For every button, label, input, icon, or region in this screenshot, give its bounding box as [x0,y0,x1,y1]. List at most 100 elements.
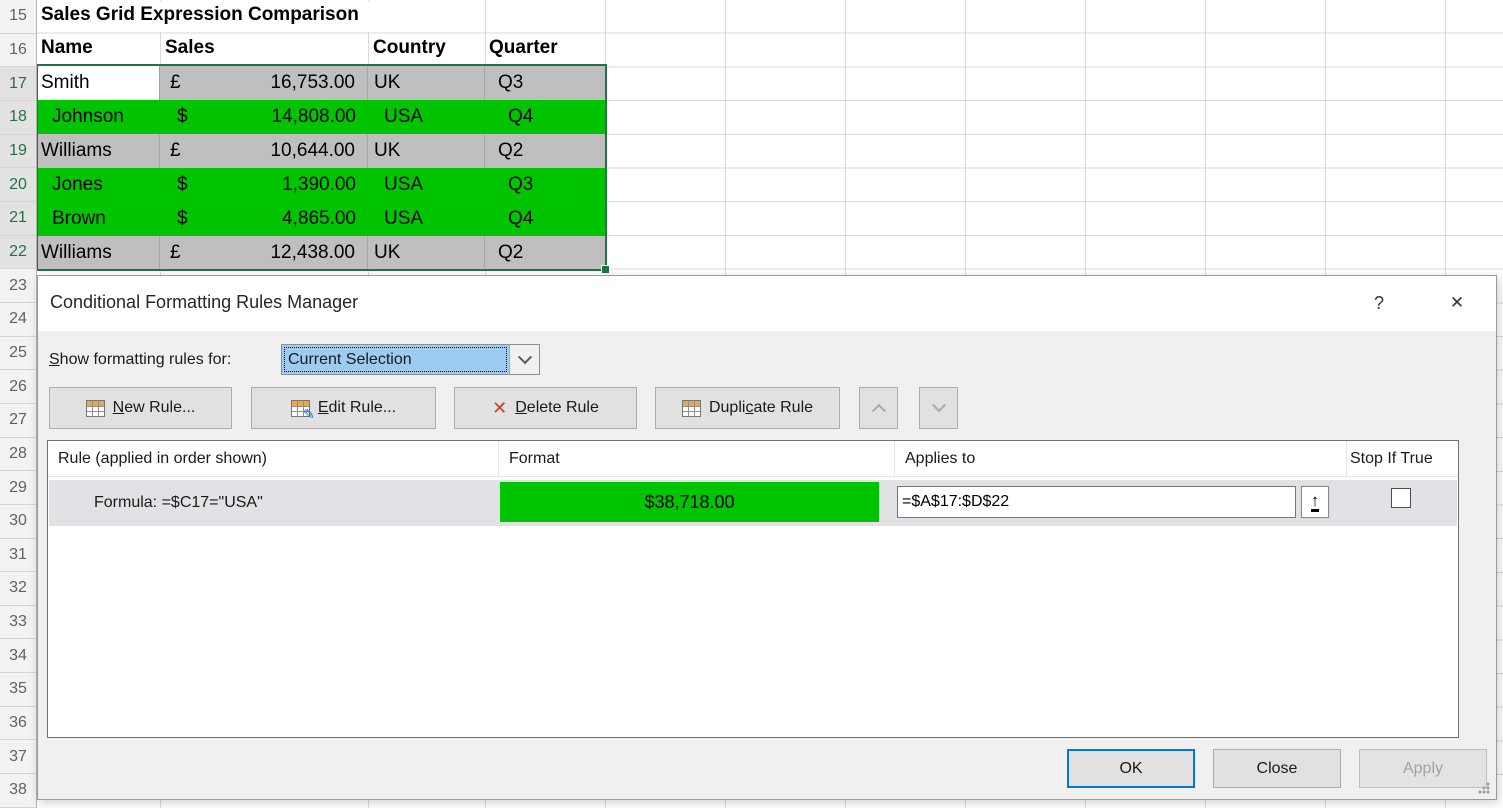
close-button[interactable]: Close [1213,749,1341,788]
row-header-23[interactable]: 23 [0,269,36,303]
amount: 12,438.00 [270,242,355,264]
cell-d18[interactable]: Q4 [485,100,605,134]
row-header-33[interactable]: 33 [0,606,36,640]
red-x-icon: ✕ [492,398,507,419]
column-header-name[interactable]: Name [41,37,93,59]
row-header-29[interactable]: 29 [0,471,36,505]
cell-a20[interactable]: Jones [37,168,160,202]
cell-b20[interactable]: $ 1,390.00 [160,168,368,202]
cell-b17[interactable]: £ 16,753.00 [160,66,368,100]
amount: 4,865.00 [282,208,356,230]
cell-b21[interactable]: $ 4,865.00 [160,202,368,236]
apply-button[interactable]: Apply [1359,749,1487,788]
cell-c22[interactable]: UK [368,236,485,270]
amount: 1,390.00 [282,174,356,196]
new-rule-label: New Rule... [113,399,196,417]
sheet-row-22: Williams £ 12,438.00 UK Q2 [37,236,605,270]
cell-c18[interactable]: USA [368,100,485,134]
rules-toolbar: New Rule... ✎ Edit Rule... ✕ Delete Rule… [49,387,958,429]
rules-list: Rule (applied in order shown) Format App… [47,440,1459,738]
sheet-row-17: Smith £ 16,753.00 UK Q3 [37,66,605,100]
move-rule-up-button[interactable] [859,387,898,429]
ok-button[interactable]: OK [1067,749,1195,788]
duplicate-rule-button[interactable]: Duplicate Rule [655,387,840,429]
row-header-20[interactable]: 20 [0,168,36,202]
row-header-38[interactable]: 38 [0,774,36,808]
cell-a17[interactable]: Smith [37,66,160,100]
row-header-18[interactable]: 18 [0,101,36,135]
stop-if-true-checkbox[interactable] [1391,488,1411,508]
conditional-formatting-rules-manager-dialog: Conditional Formatting Rules Manager ? ✕… [37,275,1497,800]
format-preview: $38,718.00 [500,482,879,522]
currency-symbol: £ [170,140,181,162]
row-header-34[interactable]: 34 [0,639,36,673]
move-rule-down-button[interactable] [919,387,958,429]
row-header-22[interactable]: 22 [0,236,36,270]
row-header-37[interactable]: 37 [0,740,36,774]
row-header-27[interactable]: 27 [0,404,36,438]
row-header-24[interactable]: 24 [0,303,36,337]
column-rule: Rule (applied in order shown) [48,441,499,476]
amount: 10,644.00 [270,140,355,162]
column-applies-to: Applies to [895,441,1347,476]
cell-b19[interactable]: £ 10,644.00 [160,134,368,168]
column-header-sales[interactable]: Sales [165,37,215,59]
row-header-32[interactable]: 32 [0,572,36,606]
cell-d21[interactable]: Q4 [485,202,605,236]
edit-rule-button[interactable]: ✎ Edit Rule... [251,387,436,429]
cell-a21[interactable]: Brown [37,202,160,236]
row-header-16[interactable]: 16 [0,34,36,68]
table-grid-icon [86,400,105,417]
rule-formula: Formula: =$C17="USA" [94,494,263,512]
show-formatting-rules-label: Show formatting rules for: [49,351,231,369]
column-header-quarter[interactable]: Quarter [489,37,558,59]
row-header-25[interactable]: 25 [0,337,36,371]
cell-d19[interactable]: Q2 [485,134,605,168]
row-header-column: 15 16 17 18 19 20 21 22 23 24 25 26 27 2… [0,0,37,808]
cell-a18[interactable]: Johnson [37,100,160,134]
fill-handle[interactable] [601,265,610,274]
cell-c19[interactable]: UK [368,134,485,168]
dialog-titlebar[interactable]: Conditional Formatting Rules Manager ? ✕ [38,276,1496,331]
row-header-26[interactable]: 26 [0,370,36,404]
sheet-title[interactable]: Sales Grid Expression Comparison [41,4,359,26]
delete-rule-button[interactable]: ✕ Delete Rule [454,387,637,429]
row-header-35[interactable]: 35 [0,673,36,707]
row-header-19[interactable]: 19 [0,135,36,169]
cell-b18[interactable]: $ 14,808.00 [160,100,368,134]
sheet-row-20: Jones $ 1,390.00 USA Q3 [37,168,605,202]
duplicate-rule-label: Duplicate Rule [709,399,813,417]
range-selector-button[interactable]: ↑ [1301,486,1329,518]
applies-to-input[interactable] [897,486,1296,518]
row-header-31[interactable]: 31 [0,539,36,573]
show-rules-for-dropdown[interactable]: Current Selection [281,344,540,375]
currency-symbol: $ [177,174,188,196]
cell-a19[interactable]: Williams [37,134,160,168]
column-header-country[interactable]: Country [373,37,446,59]
row-header-30[interactable]: 30 [0,505,36,539]
cell-b22[interactable]: £ 12,438.00 [160,236,368,270]
amount: 14,808.00 [271,106,356,128]
row-header-17[interactable]: 17 [0,67,36,101]
pencil-icon: ✎ [303,406,315,423]
cell-c17[interactable]: UK [368,66,485,100]
resize-grip[interactable] [1478,782,1490,794]
help-icon[interactable]: ? [1364,288,1394,318]
cell-d17[interactable]: Q3 [485,66,605,100]
chevron-down-icon[interactable] [509,345,539,374]
row-header-15[interactable]: 15 [0,0,36,34]
row-header-21[interactable]: 21 [0,202,36,236]
currency-symbol: $ [177,208,188,230]
row-header-36[interactable]: 36 [0,707,36,741]
new-rule-button[interactable]: New Rule... [49,387,232,429]
cell-c20[interactable]: USA [368,168,485,202]
close-icon[interactable]: ✕ [1442,288,1472,318]
cell-d22[interactable]: Q2 [485,236,605,270]
row-header-28[interactable]: 28 [0,438,36,472]
cell-c21[interactable]: USA [368,202,485,236]
sheet-row-21: Brown $ 4,865.00 USA Q4 [37,202,605,236]
rules-list-header: Rule (applied in order shown) Format App… [48,441,1458,477]
edit-rule-label: Edit Rule... [318,399,396,417]
cell-d20[interactable]: Q3 [485,168,605,202]
cell-a22[interactable]: Williams [37,236,160,270]
